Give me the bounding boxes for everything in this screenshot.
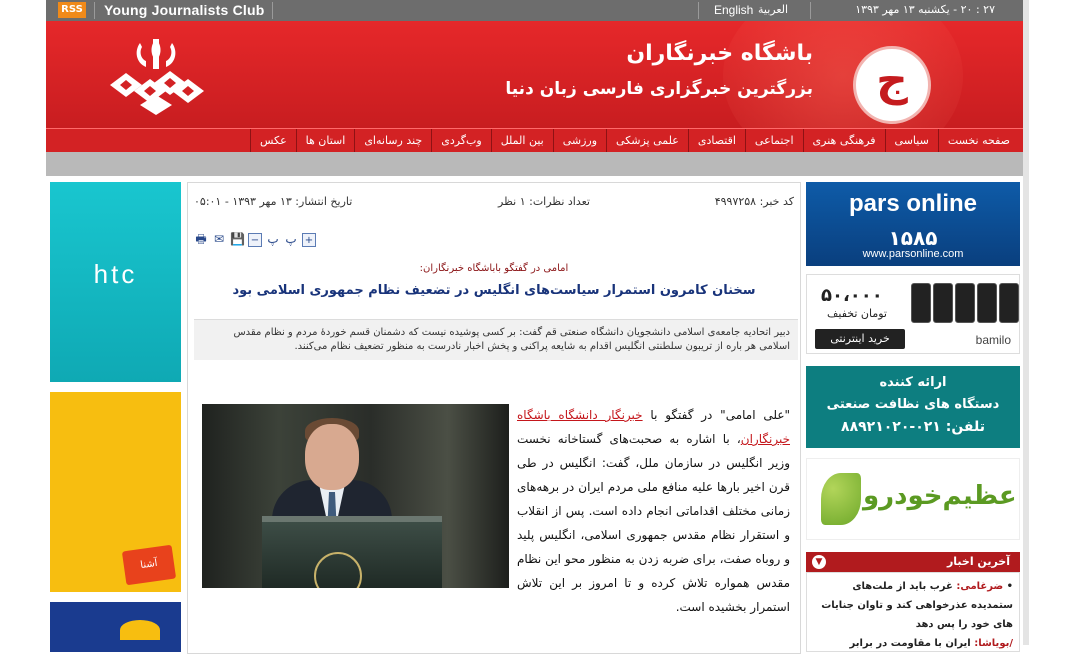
ad-ashena[interactable]: آشنا Ashena	[50, 392, 181, 606]
nav-item[interactable]: سیاسی	[884, 129, 938, 153]
site-title[interactable]: باشگاه خبرنگاران	[626, 41, 813, 66]
banner-shape-icon	[120, 620, 160, 640]
pars-number: ۱۵۸۵	[888, 226, 938, 250]
clean-phone: تلفن: ۰۲۱-۸۸۹۲۱۰۲۰	[841, 419, 985, 435]
pars-brand: pars online	[848, 190, 978, 217]
comment-count[interactable]: تعداد نظرات: ۱ نظر	[498, 195, 590, 208]
top-bar: RSS Young Journalists Club English العرب…	[46, 0, 1023, 21]
font-size-label-small[interactable]: پ	[284, 233, 298, 247]
article-body-intro: "علی امامی" در گفتگو با	[642, 408, 791, 422]
nav-item[interactable]: وب‌گردی	[431, 129, 490, 153]
nav-item[interactable]: اجتماعی	[744, 129, 803, 153]
separator	[272, 2, 273, 19]
separator	[94, 2, 95, 19]
pars-url: www.parsonline.com	[862, 248, 964, 260]
subnav-bar	[46, 152, 1023, 176]
clean-line-1: ارائه کننده	[879, 375, 947, 390]
azim-brand: عظیم‌خودرو	[863, 481, 1017, 511]
nav-item[interactable]: علمی پزشکی	[606, 129, 688, 153]
phone-icon	[955, 283, 975, 323]
article-headline[interactable]: سخنان کامرون استمرار سیاست‌های انگلیس در…	[188, 283, 800, 298]
nav-item[interactable]: بین الملل	[490, 129, 553, 153]
lang-arabic-link[interactable]: العربية	[758, 3, 788, 16]
article-toolbar: 🖶 ✉ 💾 − پ پ +	[194, 233, 316, 247]
phone-icon	[933, 283, 953, 323]
site-slogan: بزرگترین خبرگزاری فارسی زبان دنیا	[505, 79, 813, 99]
font-size-label[interactable]: پ	[266, 233, 280, 247]
bamilo-discount: تومان تخفیف	[827, 307, 887, 320]
list-item[interactable]: • ضرغامی: غرب باید از ملت‌های ستمدیده عذ…	[813, 577, 1013, 634]
bamilo-brand: bamilo	[975, 333, 1011, 347]
lang-english-link[interactable]: English	[714, 3, 753, 17]
article-lead: دبیر اتحادیه جامعه‌ی اسلامی دانشجویان دا…	[194, 319, 798, 360]
list-item[interactable]: /بویاشا: ایران با مقاومت در برابر	[813, 634, 1013, 651]
bamilo-buy-button[interactable]: خرید اینترنتی	[815, 329, 905, 349]
chevron-down-icon[interactable]: ▼	[812, 555, 826, 569]
separator	[698, 2, 699, 19]
article-body-text: ، با اشاره به صحبت‌های گستاخانه نخست وزی…	[517, 432, 790, 614]
phone-icon	[999, 283, 1019, 323]
font-decrease-button[interactable]: −	[248, 233, 262, 247]
azim-leaf-icon	[821, 473, 861, 525]
phone-icon	[911, 283, 931, 323]
nav-item[interactable]: عکس	[249, 129, 296, 153]
nav-item[interactable]: صفحه نخست	[937, 129, 1019, 153]
nav-item[interactable]: استان ها	[295, 129, 355, 153]
top-datetime: ۲۷ : ۲۰ - یکشنبه ۱۳ مهر ۱۳۹۳	[855, 3, 995, 16]
main-nav: صفحه نخست سیاسی فرهنگی هنری اجتماعی اقتصادی ع…	[46, 128, 1023, 153]
site-name-en[interactable]: Young Journalists Club	[104, 2, 264, 18]
separator	[810, 2, 811, 19]
site-header: باشگاه خبرنگاران بزرگترین خبرگزاری فارسی…	[46, 21, 1023, 128]
article-panel: کد خبر: ۴۹۹۷۲۵۸ تعداد نظرات: ۱ نظر تاریخ…	[187, 182, 801, 654]
nav-item[interactable]: فرهنگی هنری	[802, 129, 885, 153]
save-icon[interactable]: 💾	[230, 233, 245, 247]
latest-news-list: • ضرغامی: غرب باید از ملت‌های ستمدیده عذ…	[806, 572, 1020, 652]
yjc-logo-icon[interactable]: ج	[853, 46, 931, 124]
publish-date: تاریخ انتشار: ۱۳ مهر ۱۳۹۳ - ۰۵:۰۱	[194, 195, 353, 208]
ad-bamilo[interactable]: ۵۰،۰۰۰ تومان تخفیف خرید اینترنتی bamilo	[806, 274, 1020, 354]
photo-face	[305, 424, 359, 490]
email-icon[interactable]: ✉	[212, 233, 226, 247]
latest-news-header[interactable]: آخرین اخبار ▼	[806, 552, 1020, 572]
bamilo-price: ۵۰،۰۰۰	[821, 285, 883, 306]
news-code: کد خبر: ۴۹۹۷۲۵۸	[714, 195, 794, 208]
nav-item[interactable]: ورزشی	[552, 129, 606, 153]
page-scrollbar[interactable]	[1023, 0, 1029, 645]
latest-news-title: آخرین اخبار	[946, 555, 1010, 568]
phone-icon	[977, 283, 997, 323]
print-icon[interactable]: 🖶	[194, 233, 208, 247]
ad-cleaning-devices[interactable]: ارائه کننده دستگاه های نظافت صنعتی تلفن:…	[806, 366, 1020, 448]
clean-line-2: دستگاه های نظافت صنعتی	[826, 397, 1000, 412]
irib-logo-icon[interactable]	[106, 35, 206, 117]
rss-icon[interactable]: RSS	[58, 2, 86, 18]
nav-list: صفحه نخست سیاسی فرهنگی هنری اجتماعی اقتصادی ع…	[249, 129, 1019, 153]
ad-htc[interactable]: htc	[50, 182, 181, 382]
nav-item[interactable]: اقتصادی	[687, 129, 745, 153]
ad-parsonline[interactable]: pars online ۱۵۸۵ www.parsonline.com	[806, 182, 1020, 266]
nav-item[interactable]: چند رسانه‌ای	[354, 129, 431, 153]
article-subtitle: امامی در گفتگو باباشگاه خبرنگاران:	[419, 263, 569, 274]
article-photo[interactable]	[202, 404, 509, 588]
ad-azim-khodro[interactable]: عظیم‌خودرو	[806, 458, 1020, 540]
article-body: "علی امامی" در گفتگو با خبرنگار دانشگاه …	[517, 403, 790, 619]
font-increase-button[interactable]: +	[302, 233, 316, 247]
